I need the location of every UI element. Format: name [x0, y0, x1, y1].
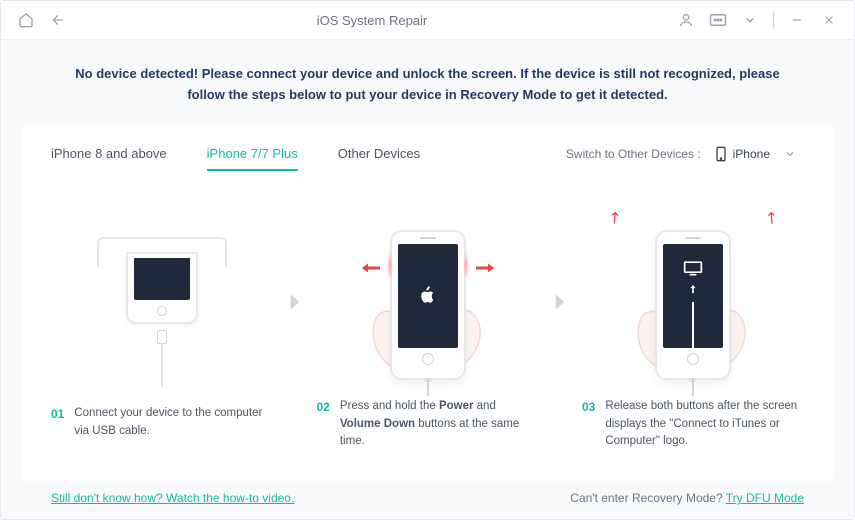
step-3-num: 03 — [582, 398, 595, 450]
step-1-illustration — [87, 217, 237, 387]
up-arrow-icon — [688, 284, 698, 294]
step-1-text: Connect your device to the computer via … — [74, 405, 273, 443]
app-window: iOS System Repair No device detected! Pl… — [0, 0, 855, 520]
window-title: iOS System Repair — [67, 13, 677, 28]
step-2-desc: 02 Press and hold the Power and Volume D… — [317, 398, 539, 450]
watch-video-link[interactable]: Still don't know how? Watch the how-to v… — [51, 491, 294, 505]
footer: Still don't know how? Watch the how-to v… — [21, 481, 834, 519]
tab-iphone7[interactable]: iPhone 7/7 Plus — [207, 138, 298, 171]
step-3: ↗ ↗ — [582, 210, 804, 450]
apple-logo-icon — [419, 285, 437, 307]
step-1: 01 Connect your device to the computer v… — [51, 217, 273, 443]
step-1-desc: 01 Connect your device to the computer v… — [51, 405, 273, 443]
step-2-num: 02 — [317, 398, 330, 450]
footer-right: Can't enter Recovery Mode? Try DFU Mode — [570, 491, 804, 505]
arrow-icon — [280, 289, 310, 315]
divider — [773, 12, 774, 28]
warning-message: No device detected! Please connect your … — [61, 64, 794, 106]
steps-row: 01 Connect your device to the computer v… — [51, 172, 804, 469]
titlebar-left — [17, 11, 67, 29]
chevron-down-icon[interactable] — [741, 11, 759, 29]
tab-other[interactable]: Other Devices — [338, 138, 420, 171]
titlebar: iOS System Repair — [1, 1, 854, 40]
feedback-icon[interactable] — [709, 11, 727, 29]
computer-icon — [683, 260, 703, 276]
release-arrow-icon: ↗ — [603, 206, 626, 230]
arrow-icon — [545, 289, 575, 315]
user-icon[interactable] — [677, 11, 695, 29]
step-3-text: Release both buttons after the screen di… — [605, 398, 804, 450]
release-arrow-icon: ↗ — [760, 206, 783, 230]
device-tabs: iPhone 8 and above iPhone 7/7 Plus Other… — [51, 124, 804, 172]
step-1-num: 01 — [51, 405, 64, 443]
close-icon[interactable] — [820, 11, 838, 29]
phone-icon — [715, 146, 727, 162]
step-2-text: Press and hold the Power and Volume Down… — [340, 398, 539, 450]
instructions-card: iPhone 8 and above iPhone 7/7 Plus Other… — [21, 124, 834, 481]
home-icon[interactable] — [17, 11, 35, 29]
device-switcher: Switch to Other Devices : iPhone — [566, 142, 804, 166]
press-right-arrow-icon — [476, 262, 494, 274]
tab-iphone8[interactable]: iPhone 8 and above — [51, 138, 167, 171]
switch-label: Switch to Other Devices : — [566, 147, 701, 161]
minimize-icon[interactable] — [788, 11, 806, 29]
titlebar-right — [677, 11, 838, 29]
step-3-desc: 03 Release both buttons after the screen… — [582, 398, 804, 450]
step-3-illustration: ↗ ↗ — [618, 210, 768, 380]
content-area: No device detected! Please connect your … — [1, 40, 854, 519]
press-left-arrow-icon — [362, 262, 380, 274]
dfu-mode-link[interactable]: Try DFU Mode — [726, 491, 804, 505]
selected-device: iPhone — [733, 147, 770, 161]
chevron-down-icon — [784, 148, 796, 160]
step-2: 02 Press and hold the Power and Volume D… — [317, 210, 539, 450]
device-select[interactable]: iPhone — [707, 142, 804, 166]
step-2-illustration — [353, 210, 503, 380]
back-arrow-icon[interactable] — [49, 11, 67, 29]
